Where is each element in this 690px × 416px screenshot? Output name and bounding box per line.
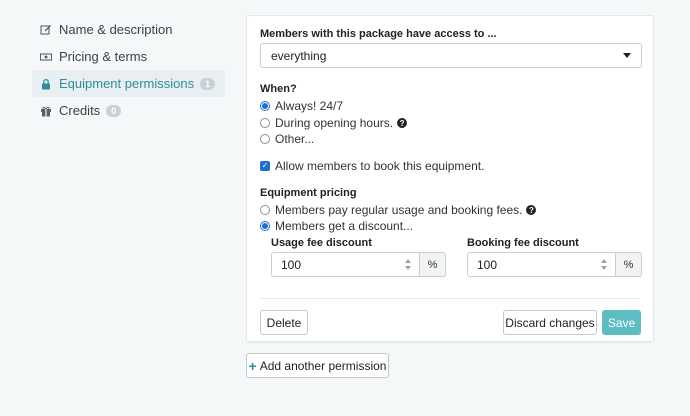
help-icon[interactable]: ? [397,118,408,128]
sidebar-item-name-description[interactable]: Name & description [32,16,225,43]
option-label: During opening hours. [275,116,394,130]
count-badge: 0 [106,104,122,117]
sidebar: Name & description Pricing & terms Equip… [32,16,225,124]
divider [260,298,640,299]
checkbox-checked-icon[interactable]: ✓ [260,161,270,171]
percent-addon: % [420,252,446,277]
caret-down-icon [623,53,631,58]
pricing-option-discount[interactable]: Members get a discount... [260,219,413,233]
plus-icon: + [248,357,257,374]
usage-fee-input[interactable]: 100 [271,252,420,277]
help-icon[interactable]: ? [526,205,537,215]
access-select[interactable]: everything [260,43,642,68]
money-icon [40,51,52,63]
when-label: When? [260,83,297,95]
usage-fee-label: Usage fee discount [271,237,372,249]
lock-icon [40,78,52,90]
booking-fee-value: 100 [477,257,498,272]
option-label: Members pay regular usage and booking fe… [275,203,523,217]
when-option-always[interactable]: Always! 24/7 [260,99,343,113]
usage-fee-value: 100 [281,257,302,272]
sidebar-item-label: Credits [59,103,101,118]
delete-button[interactable]: Delete [260,310,308,335]
pricing-option-regular[interactable]: Members pay regular usage and booking fe… [260,203,537,217]
save-button[interactable]: Save [602,310,641,335]
add-permission-label: Add another permission [259,358,387,373]
edit-icon [40,24,52,36]
access-label: Members with this package have access to… [260,28,497,40]
discard-changes-button[interactable]: Discard changes [503,310,597,335]
count-badge: 1 [200,77,216,90]
booking-fee-input[interactable]: 100 [467,252,616,277]
spinner-icon[interactable] [600,259,608,270]
option-label: Other... [275,132,315,146]
option-label: Allow members to book this equipment. [275,159,485,173]
radio-unchecked[interactable] [260,134,270,144]
sidebar-item-label: Pricing & terms [59,49,148,64]
radio-checked[interactable] [260,221,270,231]
spinner-icon[interactable] [404,259,412,270]
sidebar-item-credits[interactable]: Credits 0 [32,97,225,124]
when-option-other[interactable]: Other... [260,132,314,146]
pricing-label: Equipment pricing [260,187,357,199]
sidebar-item-label: Equipment permissions [59,76,195,91]
option-label: Members get a discount... [275,219,414,233]
sidebar-item-equipment-permissions[interactable]: Equipment permissions 1 [32,70,225,97]
radio-unchecked[interactable] [260,118,270,128]
booking-fee-label: Booking fee discount [467,237,579,249]
access-select-value: everything [271,48,327,63]
when-option-opening-hours[interactable]: During opening hours. ? [260,116,408,130]
option-label: Always! 24/7 [275,99,344,113]
sidebar-item-label: Name & description [59,22,173,37]
percent-addon: % [616,252,642,277]
radio-checked[interactable] [260,101,270,111]
radio-unchecked[interactable] [260,205,270,215]
sidebar-item-pricing-terms[interactable]: Pricing & terms [32,43,225,70]
gift-icon [40,105,52,117]
allow-booking-checkbox[interactable]: ✓ Allow members to book this equipment. [260,159,484,173]
permission-card: Members with this package have access to… [246,15,654,342]
add-permission-button[interactable]: + Add another permission [246,353,389,378]
